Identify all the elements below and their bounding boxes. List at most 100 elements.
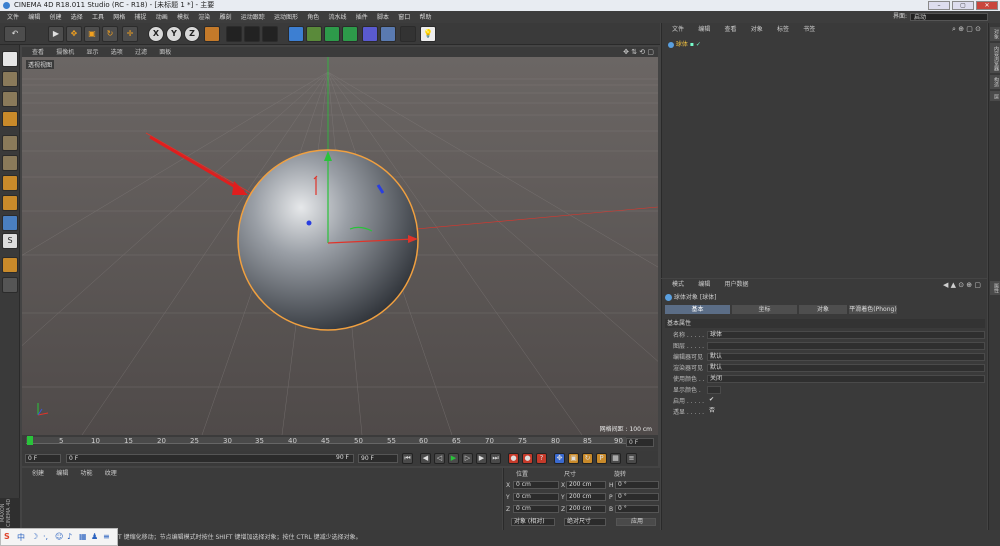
layout-select[interactable]: 启动 — [910, 13, 988, 21]
y-axis-lock-button[interactable]: Y — [166, 26, 182, 42]
obj-menu-bookmarks[interactable]: 书签 — [803, 24, 815, 36]
camera-icon[interactable] — [400, 26, 416, 42]
ime-menu-icon[interactable]: ≡ — [103, 532, 110, 541]
ime-toolbar[interactable]: S 中 ☽ ·, ☺ ♪ ▦ ♟ ≡ — [0, 528, 118, 546]
obj-menu-edit[interactable]: 编辑 — [698, 24, 710, 36]
material-menu-texture[interactable]: 纹理 — [105, 469, 117, 479]
key-parameter-button[interactable]: P — [596, 453, 607, 464]
obj-menu-file[interactable]: 文件 — [672, 24, 684, 36]
polygons-mode-icon[interactable] — [2, 175, 18, 191]
points-mode-icon[interactable] — [2, 135, 18, 151]
material-menu-edit[interactable]: 编辑 — [56, 469, 68, 479]
side-tab-structure[interactable]: 构造 — [990, 75, 1000, 89]
prev-frame-button[interactable]: ◁ — [434, 453, 445, 464]
display-color-swatch[interactable] — [707, 386, 721, 394]
side-tab-content-browser[interactable]: 内容浏览器 — [990, 43, 1000, 73]
obj-menu-tags[interactable]: 标签 — [777, 24, 789, 36]
perspective-viewport[interactable]: 透视视图 网格间距 : 100 cm — [22, 57, 658, 435]
key-point-level-button[interactable]: ▦ — [610, 453, 621, 464]
model-mode-icon[interactable] — [2, 71, 18, 87]
x-axis-lock-button[interactable]: X — [148, 26, 164, 42]
apply-button[interactable]: 应用 — [616, 518, 656, 526]
xray-value[interactable]: 否 — [707, 408, 721, 416]
render-visible-select[interactable]: 默认 — [707, 364, 985, 372]
undo-button[interactable]: ↶ — [4, 26, 26, 42]
ime-lang-icon[interactable]: 中 — [17, 532, 25, 543]
side-tab-objects[interactable]: 对象 — [990, 27, 1000, 41]
next-frame-button[interactable]: ▷ — [462, 453, 473, 464]
floor-scene-icon[interactable] — [380, 26, 396, 42]
attr-menu-edit[interactable]: 编辑 — [698, 279, 710, 290]
cube-primitive-icon[interactable] — [288, 26, 304, 42]
recent-tool-button[interactable]: ✛ — [122, 26, 138, 42]
autokey-button[interactable]: ● — [522, 453, 533, 464]
keyframe-selection-button[interactable]: ? — [536, 453, 547, 464]
go-to-end-button[interactable]: ⏭ — [490, 453, 501, 464]
preview-range-slider[interactable]: 0 F — [66, 454, 354, 463]
rotation-b-field[interactable]: 0 ° — [615, 505, 659, 513]
minimize-button[interactable]: – — [928, 1, 950, 10]
timeline[interactable]: 5 10 15 20 25 30 35 40 45 50 55 60 65 70… — [22, 435, 658, 451]
use-color-select[interactable]: 关闭 — [707, 375, 985, 383]
play-button[interactable]: ▶ — [448, 453, 459, 464]
viewport-nav-icons[interactable]: ✥ ⇅ ⟲ ▢ — [623, 47, 654, 57]
scheme-menu-button[interactable]: ≡ — [626, 453, 637, 464]
size-x-field[interactable]: 200 cm — [566, 481, 606, 489]
texture-mode-icon[interactable] — [2, 91, 18, 107]
rotate-tool-button[interactable]: ↻ — [102, 26, 118, 42]
ime-mic-icon[interactable]: ♪ — [67, 532, 72, 541]
attr-nav-icons[interactable]: ◀ ▲ ⊙ ⊕ ▢ — [943, 281, 981, 289]
size-z-field[interactable]: 200 cm — [566, 505, 606, 513]
select-tool-button[interactable]: ▶ — [48, 26, 64, 42]
ime-punct-icon[interactable]: ·, — [43, 532, 48, 541]
go-to-start-button[interactable]: ⏮ — [402, 453, 413, 464]
key-scale-button[interactable]: ▣ — [568, 453, 579, 464]
layer-field[interactable] — [707, 342, 985, 350]
ime-keyboard-icon[interactable]: ▦ — [79, 532, 87, 541]
visibility-toggle-icon[interactable]: ▪ ✓ — [690, 41, 701, 48]
workplane-mode-icon[interactable] — [2, 111, 18, 127]
search-icon[interactable]: ⌕ ⊕ ▢ ⊙ — [952, 25, 981, 34]
make-editable-icon[interactable] — [2, 51, 18, 67]
key-position-button[interactable]: ✥ — [554, 453, 565, 464]
current-frame-field[interactable]: 0 F — [626, 438, 654, 447]
rotation-h-field[interactable]: 0 ° — [615, 481, 659, 489]
ime-moon-icon[interactable]: ☽ — [31, 532, 38, 541]
coordinate-system-icon[interactable] — [204, 26, 220, 42]
ime-emoji-icon[interactable]: ☺ — [55, 532, 63, 541]
tab-basic[interactable]: 基本 — [665, 305, 730, 314]
render-settings-icon[interactable] — [262, 26, 278, 42]
object-name[interactable]: 球体 — [676, 41, 688, 48]
material-menu-function[interactable]: 功能 — [81, 469, 93, 479]
edges-mode-icon[interactable] — [2, 155, 18, 171]
scale-tool-button[interactable]: ▣ — [84, 26, 100, 42]
rotation-p-field[interactable]: 0 ° — [615, 493, 659, 501]
material-menu-create[interactable]: 创建 — [32, 469, 44, 479]
light-icon[interactable]: 💡 — [420, 26, 436, 42]
enabled-checkbox[interactable]: ✔ — [707, 397, 717, 405]
tab-object[interactable]: 对象 — [799, 305, 847, 314]
array-generator-icon[interactable] — [342, 26, 358, 42]
axis-mode-icon[interactable] — [2, 195, 18, 211]
tab-phong[interactable]: 平滑着色(Phong) — [849, 305, 897, 314]
attr-menu-mode[interactable]: 模式 — [672, 279, 684, 290]
next-key-button[interactable]: ▶ — [476, 453, 487, 464]
prev-key-button[interactable]: ◀ — [420, 453, 431, 464]
move-tool-button[interactable]: ✥ — [66, 26, 82, 42]
snap-icon[interactable]: S — [2, 233, 18, 249]
attr-menu-userdata[interactable]: 用户数据 — [725, 279, 749, 290]
side-tab-layers[interactable]: 层 — [990, 91, 1000, 101]
close-button[interactable]: ✕ — [976, 1, 998, 10]
position-z-field[interactable]: 0 cm — [513, 505, 559, 513]
size-mode-select[interactable]: 绝对尺寸 — [564, 518, 606, 526]
size-y-field[interactable]: 200 cm — [566, 493, 606, 501]
key-rotation-button[interactable]: ↻ — [582, 453, 593, 464]
deformer-icon[interactable] — [362, 26, 378, 42]
tab-coord[interactable]: 坐标 — [732, 305, 797, 314]
object-list-item[interactable]: 球体 ▪ ✓ — [668, 41, 728, 49]
gizmo-z-handle-icon[interactable] — [306, 220, 312, 226]
obj-menu-view[interactable]: 查看 — [725, 24, 737, 36]
pen-spline-icon[interactable] — [306, 26, 322, 42]
render-picture-viewer-icon[interactable] — [244, 26, 260, 42]
obj-menu-objects[interactable]: 对象 — [751, 24, 763, 36]
